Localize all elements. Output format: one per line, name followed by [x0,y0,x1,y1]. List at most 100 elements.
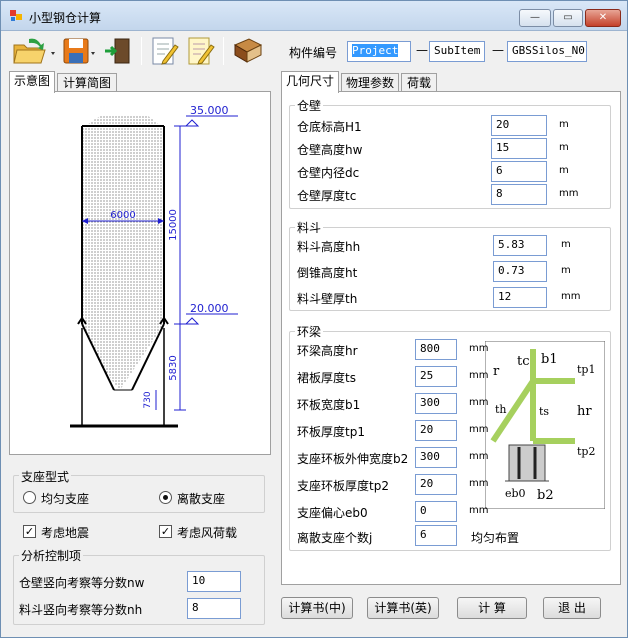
open-folder-icon[interactable] [11,35,57,67]
help-book-icon[interactable] [231,35,265,67]
project-field[interactable]: Project [347,41,411,62]
radio-uniform-support[interactable] [23,491,36,504]
close-button[interactable]: ✕ [585,9,621,27]
ring-row-input[interactable]: 800 [415,339,457,360]
tab-geometry[interactable]: 几何尺寸 [281,71,339,93]
ring-row-label: 环板厚度tp1 [297,425,365,439]
ring-row-label: 支座环板厚度tp2 [297,479,389,493]
hopper-row-label: 倒锥高度ht [297,266,358,280]
ring-title: 环梁 [295,323,324,340]
fig-r: r [493,364,500,379]
hopper-row-input[interactable]: 0.73 [493,261,547,282]
fig-tp1: tp1 [577,363,595,376]
report-en-button[interactable]: 计算书(英) [367,597,439,619]
ring-row-input[interactable]: 0 [415,501,457,522]
support-type-title: 支座型式 [19,468,72,485]
fig-ts: ts [539,405,549,418]
toolbar-separator [141,37,142,65]
ring-row-label: 支座环板外伸宽度b2 [297,452,409,466]
main-window: 小型钢仓计算 — ▭ ✕ 构件编号 Project — SubItem — GB… [0,0,628,638]
dash-separator: — [416,43,428,57]
wall-row-unit: m [559,142,569,153]
tab-physical[interactable]: 物理参数 [341,73,399,93]
toolbar-separator [223,37,224,65]
silo-name-field[interactable]: GBSSilos_N01 [507,41,587,62]
top-elevation: 35.000 [190,104,229,117]
nh-label: 料斗竖向考察等分数nh [19,603,143,617]
save-icon[interactable] [61,35,97,67]
diameter-dimension: 6000 [110,210,135,221]
nw-input[interactable]: 10 [187,571,241,592]
ring-row-unit: mm [469,451,489,462]
hopper-row-unit: m [561,265,571,276]
app-icon [10,10,22,21]
nh-input[interactable]: 8 [187,598,241,619]
hopper-row-input[interactable]: 12 [493,287,547,308]
fig-b1: b1 [541,352,558,367]
seismic-label: 考虑地震 [41,526,90,540]
edit-note-icon[interactable] [149,35,179,67]
edit-note-yellow-icon[interactable] [185,35,215,67]
ring-row-input[interactable]: 300 [415,393,457,414]
wall-row-label: 仓底标高H1 [297,120,362,134]
wall-row-input[interactable]: 6 [491,161,547,182]
wall-row-unit: mm [559,188,579,199]
discrete-support-label: 离散支座 [177,492,226,506]
report-cn-button[interactable]: 计算书(中) [281,597,353,619]
ring-beam-figure: tc b1 tp1 r th ts hr tp2 eb0 b2 [485,341,605,509]
wall-row-input[interactable]: 15 [491,138,547,159]
tab-schematic[interactable]: 示意图 [9,71,55,93]
ring-row-label: 环板宽度b1 [297,398,361,412]
ring-row-label: 裙板厚度ts [297,371,356,385]
hopper-row-label: 料斗壁厚th [297,292,358,306]
hopper-title: 料斗 [295,219,324,236]
wall-title: 仓壁 [295,97,324,114]
fig-hr: hr [577,404,592,419]
title-bar: 小型钢仓计算 — ▭ ✕ [1,1,627,31]
fig-b2: b2 [537,488,554,503]
radio-discrete-support[interactable] [159,491,172,504]
schematic-panel: 6000 15000 5830 730 35.000 20.000 [9,91,271,455]
minimize-button[interactable]: — [519,9,551,27]
wind-label: 考虑风荷载 [177,526,238,540]
uniform-support-label: 均匀支座 [41,492,90,506]
wall-row-label: 仓壁高度hw [297,143,363,157]
calculate-button[interactable]: 计 算 [457,597,527,619]
wall-row-unit: m [559,119,569,130]
hopper-row-label: 料斗高度hh [297,240,361,254]
ring-row-unit: mm [469,370,489,381]
subitem-field[interactable]: SubItem [429,41,485,62]
ring-row-input[interactable]: 25 [415,366,457,387]
ring-row-label: 支座偏心eb0 [297,506,368,520]
hopper-row-input[interactable]: 5.83 [493,235,547,256]
fig-tp2: tp2 [577,445,595,458]
toolbar: 构件编号 Project — SubItem — GBSSilos_N01 [5,31,625,71]
wall-row-input[interactable]: 20 [491,115,547,136]
silo-diagram: 6000 15000 5830 730 35.000 20.000 [70,104,238,428]
wind-checkbox[interactable]: ✓ [159,525,172,538]
tab-loads[interactable]: 荷载 [401,73,437,93]
ring-row-unit: mm [469,505,489,516]
hopper-row-unit: m [561,239,571,250]
component-id-label: 构件编号 [289,46,338,60]
ring-row-input[interactable]: 20 [415,420,457,441]
hopper-row-unit: mm [561,291,581,302]
wall-row-input[interactable]: 8 [491,184,547,205]
support-count-label: 离散支座个数j [297,531,373,545]
wall-row-label: 仓壁内径dc [297,166,360,180]
exit-door-icon[interactable] [103,35,133,67]
window-title: 小型钢仓计算 [29,11,102,25]
exit-button[interactable]: 退 出 [543,597,601,619]
support-count-input[interactable]: 6 [415,525,457,546]
support-count-note: 均匀布置 [471,531,520,545]
fig-tc: tc [517,354,530,369]
ring-row-input[interactable]: 20 [415,474,457,495]
tab-calc-diagram[interactable]: 计算简图 [57,73,117,93]
maximize-button[interactable]: ▭ [553,9,583,27]
ring-row-input[interactable]: 300 [415,447,457,468]
seismic-checkbox[interactable]: ✓ [23,525,36,538]
ring-row-unit: mm [469,397,489,408]
fig-eb0: eb0 [505,487,526,500]
ring-row-unit: mm [469,424,489,435]
ring-row-label: 环梁高度hr [297,344,358,358]
